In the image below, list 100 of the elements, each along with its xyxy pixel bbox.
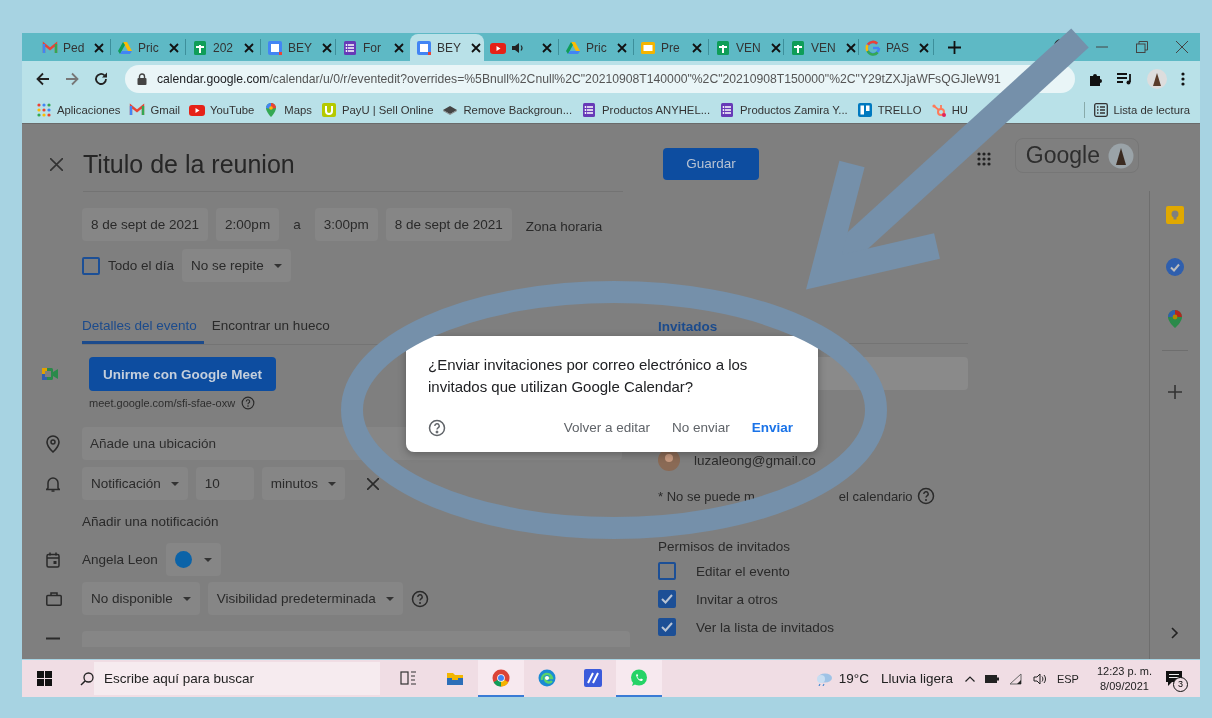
save-button[interactable]: Guardar xyxy=(663,147,759,180)
form-icon xyxy=(342,39,358,56)
puzzle-piece-icon[interactable] xyxy=(1089,72,1103,86)
close-icon[interactable] xyxy=(244,42,254,53)
apps-grid-icon[interactable] xyxy=(976,151,991,166)
browser-tab[interactable]: PAS xyxy=(859,34,933,61)
join-meet-button[interactable]: Unirme con Google Meet xyxy=(89,357,277,391)
browser-tab[interactable]: 202 xyxy=(186,34,260,61)
avatar-icon[interactable] xyxy=(1147,69,1167,89)
bookmark[interactable]: Remove Backgroun... xyxy=(442,102,573,118)
search-field[interactable]: Escribe aquí para buscar xyxy=(94,662,380,695)
unit-dropdown[interactable]: minutos xyxy=(261,467,346,500)
close-icon[interactable] xyxy=(394,42,404,53)
new-tab-icon[interactable] xyxy=(948,41,961,54)
check-circle-icon[interactable] xyxy=(1166,258,1184,276)
browser-tab[interactable]: VEN xyxy=(709,34,783,61)
check-icon xyxy=(661,594,673,604)
close-icon[interactable] xyxy=(169,42,179,53)
url-text: calendar.google.com/calendar/u/0/r/eventedit?overrides=%5Bnull%2Cnull%2C"20210908T140000"%2C"20210908T150000"%2C"Y29tZXJjaWFsQGJleW91 xyxy=(157,72,1001,86)
browser-tab[interactable]: VEN xyxy=(784,34,858,61)
chevron-right-icon[interactable] xyxy=(1171,627,1179,639)
bookmark[interactable]: Productos Zamira Y... xyxy=(719,102,848,118)
browser-tab[interactable]: BEY xyxy=(410,34,484,61)
add-icon[interactable] xyxy=(1168,385,1182,399)
browser-tab[interactable]: Pric xyxy=(559,34,633,61)
checkbox[interactable] xyxy=(658,562,676,580)
bookmark[interactable]: HU xyxy=(930,102,968,118)
remove-icon[interactable] xyxy=(367,477,380,490)
spreadsheet-icon xyxy=(790,39,806,56)
help-icon xyxy=(241,396,256,410)
battery-icon[interactable] xyxy=(984,674,999,683)
checkbox[interactable] xyxy=(658,618,676,636)
browser-tab[interactable]: Pre xyxy=(634,34,708,61)
taskbar-app-button[interactable] xyxy=(478,660,524,697)
clock-date[interactable]: 8/09/2021 xyxy=(1100,678,1149,694)
bookmark[interactable]: Gmail xyxy=(129,102,180,118)
forward-arrow-icon[interactable] xyxy=(65,72,79,86)
bookmark[interactable]: PayU | Sell Online xyxy=(320,102,434,118)
wifi-icon[interactable] xyxy=(1008,672,1023,685)
close-icon[interactable] xyxy=(617,42,627,53)
taskbar-app-button[interactable] xyxy=(616,660,662,697)
temperature: 19°C xyxy=(838,671,869,686)
close-icon[interactable] xyxy=(919,42,930,53)
amount-field[interactable]: 10 xyxy=(195,467,254,500)
list-icon xyxy=(1094,103,1109,117)
close-icon[interactable] xyxy=(542,42,552,53)
dialog-button[interactable]: Enviar xyxy=(742,414,802,441)
form-icon xyxy=(581,102,598,118)
visibility-dropdown[interactable]: Visibilidad predeterminada xyxy=(207,582,403,615)
date-time-chip[interactable]: 2:00pm xyxy=(216,208,280,241)
bookmark[interactable]: TRELLO xyxy=(856,102,922,118)
chevron-up-icon[interactable] xyxy=(964,675,975,682)
language-indicator[interactable]: ESP xyxy=(1056,672,1079,685)
bookmark[interactable]: YouTube xyxy=(188,102,255,118)
more-menu-icon[interactable] xyxy=(1181,72,1185,86)
browser-tab[interactable]: For xyxy=(336,34,410,61)
envelope-icon xyxy=(129,102,146,118)
add-notification-button[interactable]: Añadir una notificación xyxy=(82,514,219,529)
reading-list-button[interactable]: Lista de lectura xyxy=(1094,103,1190,117)
bookmark[interactable]: Productos ANYHEL... xyxy=(581,102,711,118)
close-icon[interactable] xyxy=(692,42,702,53)
speaker-icon[interactable] xyxy=(1032,672,1047,685)
close-icon[interactable] xyxy=(845,42,856,53)
repeat-dropdown[interactable]: No se repite xyxy=(182,249,291,282)
clock-time[interactable]: 12:23 p. m. xyxy=(1096,663,1152,679)
guest-email: luzaleong@gmail.co xyxy=(694,452,816,468)
letter-block-icon xyxy=(320,102,337,118)
music-queue-icon[interactable] xyxy=(1117,73,1133,85)
browser-logo-icon xyxy=(492,668,510,687)
section-tab[interactable]: Encontrar un hueco xyxy=(211,310,337,344)
close-icon[interactable] xyxy=(322,42,332,53)
notification-count-badge: 3 xyxy=(1173,677,1188,692)
back-arrow-icon[interactable] xyxy=(36,72,50,86)
event-title-field[interactable]: Titulo de la reunion xyxy=(83,131,623,192)
permissions-title: Permisos de invitados xyxy=(657,539,792,554)
checkbox[interactable] xyxy=(658,590,676,608)
color-picker[interactable] xyxy=(165,543,221,576)
restore-icon[interactable] xyxy=(1136,41,1148,53)
browser-tab[interactable]: Pric xyxy=(111,34,185,61)
browser-tab[interactable]: BEY xyxy=(261,34,335,61)
envelope-icon xyxy=(42,39,58,56)
date-time-chip[interactable]: 8 de sept de 2021 xyxy=(82,208,209,241)
timezone-link[interactable]: Zona horaria xyxy=(519,219,609,234)
close-icon[interactable] xyxy=(770,42,781,53)
date-time-chip[interactable]: 3:00pm xyxy=(314,208,378,241)
close-icon[interactable] xyxy=(94,42,105,53)
windows-start-icon[interactable] xyxy=(37,671,52,686)
account-chip[interactable]: Google xyxy=(1014,138,1139,173)
date-time-chip[interactable]: 8 de sept de 2021 xyxy=(385,208,512,241)
browser-tab[interactable]: Ped xyxy=(36,34,110,61)
notification-type-dropdown[interactable]: Notificación xyxy=(82,467,188,500)
bookmark[interactable]: Aplicaciones xyxy=(36,102,121,118)
availability-dropdown[interactable]: No disponible xyxy=(82,582,200,615)
reload-icon[interactable] xyxy=(94,72,108,86)
checkbox[interactable] xyxy=(82,256,100,275)
meeting-link[interactable]: meet.google.com/sfi-sfae-oxw xyxy=(89,397,236,409)
dialog-button[interactable]: No enviar xyxy=(662,414,739,441)
close-icon[interactable] xyxy=(471,42,481,53)
bookmark[interactable]: Maps xyxy=(263,102,312,118)
address-bar[interactable]: calendar.google.com/calendar/u/0/r/eventedit?overrides=%5Bnull%2Cnull%2C"20210908T140000"%2C"20210908T150000"%2C"Y29tZXJjaWFsQGJleW91 xyxy=(125,65,1075,93)
